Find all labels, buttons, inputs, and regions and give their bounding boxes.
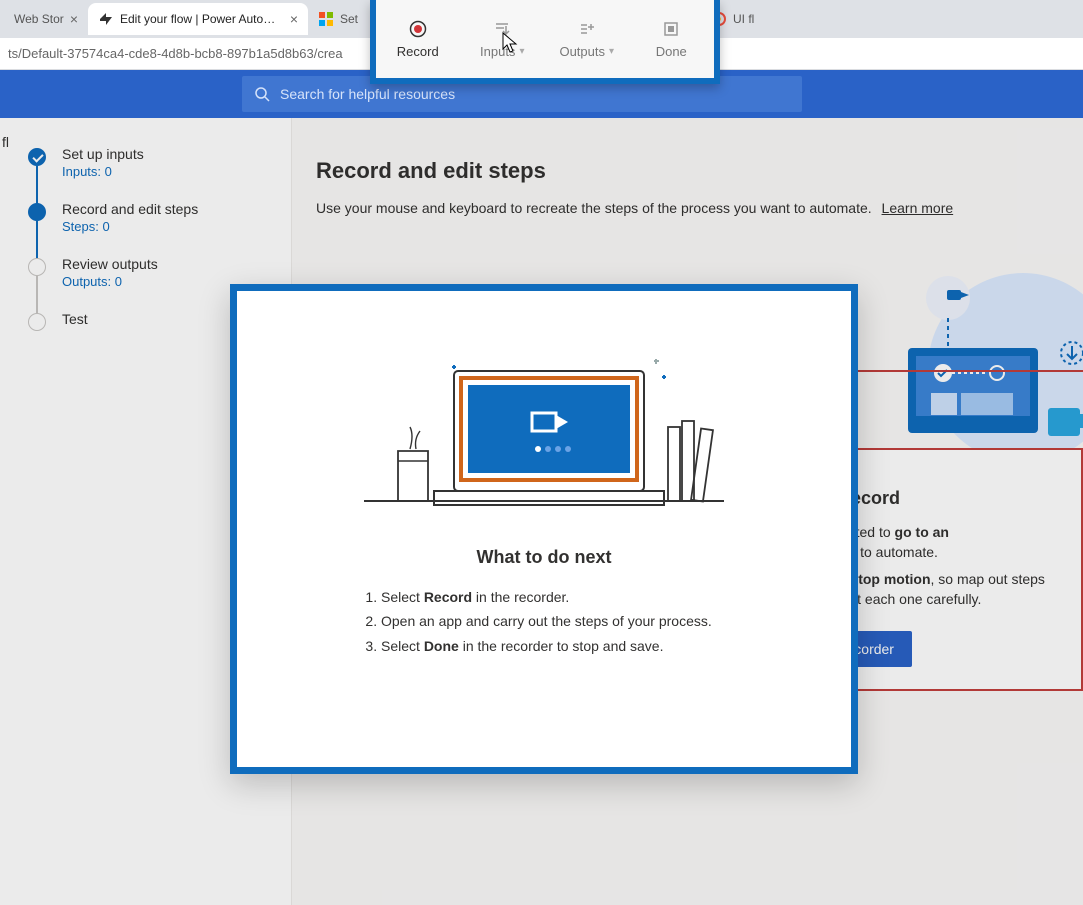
stop-icon bbox=[662, 20, 680, 38]
step-label: Review outputs bbox=[62, 256, 275, 272]
record-icon bbox=[409, 20, 427, 38]
tab-title: Set bbox=[340, 12, 358, 26]
step-meta: Steps: 0 bbox=[62, 219, 275, 234]
outputs-button[interactable]: Outputs ▾ bbox=[545, 0, 630, 78]
page-title: Record and edit steps bbox=[316, 158, 1043, 184]
tab-setup[interactable]: Set bbox=[308, 3, 368, 35]
chevron-down-icon: ▾ bbox=[609, 46, 614, 57]
close-icon[interactable]: × bbox=[290, 11, 298, 27]
done-label: Done bbox=[656, 44, 687, 59]
download-marker-icon bbox=[1057, 338, 1083, 368]
tab-title: Edit your flow | Power Automate bbox=[120, 12, 284, 26]
step-dot-icon bbox=[28, 313, 46, 331]
close-icon[interactable]: × bbox=[70, 11, 78, 27]
search-icon bbox=[254, 86, 270, 102]
step-dot-icon bbox=[28, 148, 46, 166]
record-button[interactable]: Record bbox=[376, 0, 461, 78]
search-input[interactable] bbox=[280, 86, 790, 102]
wizard-step-inputs[interactable]: Set up inputs Inputs: 0 bbox=[28, 146, 275, 179]
step-connector bbox=[36, 166, 38, 206]
what-next-modal: What to do next Select Record in the rec… bbox=[230, 284, 858, 774]
tab-title: Web Stor bbox=[14, 12, 64, 26]
tab-web-store[interactable]: Web Stor × bbox=[4, 3, 88, 35]
step-dot-icon bbox=[28, 258, 46, 276]
modal-steps: Select Record in the recorder. Open an a… bbox=[363, 586, 749, 657]
step-connector bbox=[36, 276, 38, 316]
step-label: Record and edit steps bbox=[62, 201, 275, 217]
outputs-label: Outputs bbox=[559, 44, 605, 59]
modal-step-2: Open an app and carry out the steps of y… bbox=[381, 610, 749, 632]
step-label: Set up inputs bbox=[62, 146, 275, 162]
step-dot-icon bbox=[28, 203, 46, 221]
modal-heading: What to do next bbox=[279, 547, 809, 568]
outputs-icon bbox=[578, 20, 596, 38]
modal-step-1: Select Record in the recorder. bbox=[381, 586, 749, 608]
learn-more-link[interactable]: Learn more bbox=[882, 200, 954, 216]
modal-step-3: Select Done in the recorder to stop and … bbox=[381, 635, 749, 657]
url-text: ts/Default-37574ca4-cde8-4d8b-bcb8-897b1… bbox=[8, 46, 343, 61]
modal-illustration-icon bbox=[354, 351, 734, 521]
page-subtitle: Use your mouse and keyboard to recreate … bbox=[316, 200, 1043, 216]
tab-title: UI fl bbox=[733, 12, 754, 26]
step-meta: Inputs: 0 bbox=[62, 164, 275, 179]
wizard-step-record[interactable]: Record and edit steps Steps: 0 bbox=[28, 201, 275, 234]
record-label: Record bbox=[397, 44, 439, 59]
tab-power-automate[interactable]: Edit your flow | Power Automate × bbox=[88, 3, 308, 35]
cursor-icon bbox=[502, 32, 518, 54]
done-button[interactable]: Done bbox=[630, 0, 715, 78]
ms-favicon-icon bbox=[318, 11, 334, 27]
pa-favicon-icon bbox=[98, 11, 114, 27]
subtitle-text: Use your mouse and keyboard to recreate … bbox=[316, 200, 872, 216]
chevron-down-icon: ▾ bbox=[519, 46, 524, 57]
step-connector bbox=[36, 221, 38, 261]
recorder-toolbar: Record Inputs▾ Outputs▾ Done bbox=[370, 0, 720, 84]
